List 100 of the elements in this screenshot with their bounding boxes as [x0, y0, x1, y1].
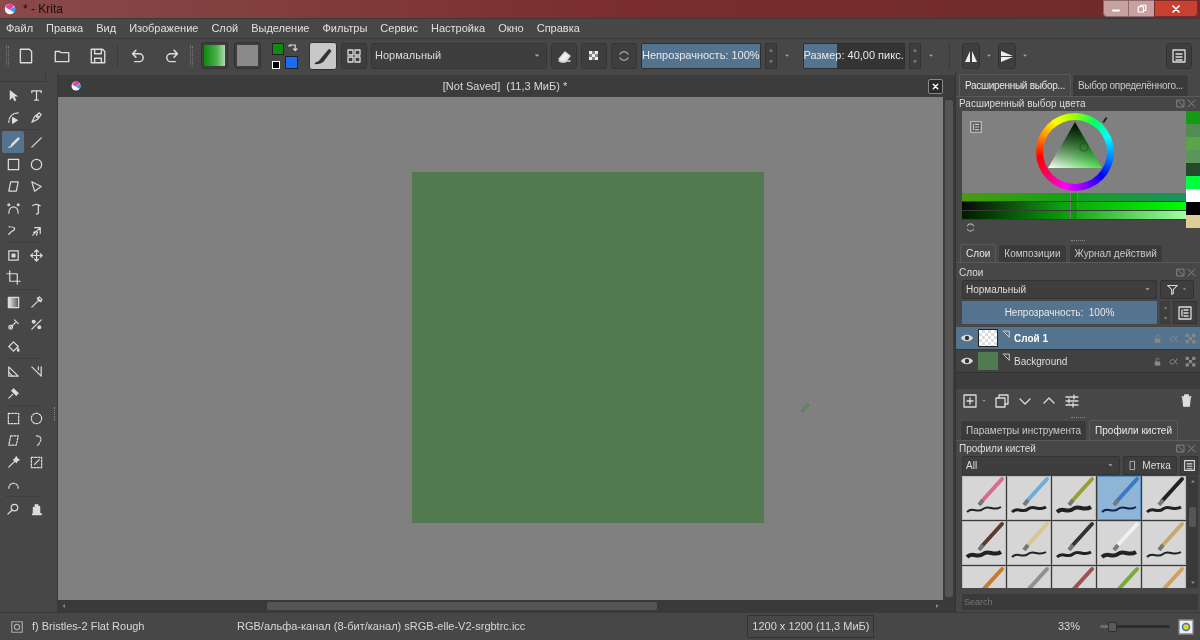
save-icon[interactable] [89, 46, 107, 65]
tab[interactable]: Композиции [998, 244, 1067, 263]
polyline-tool-icon[interactable] [28, 178, 44, 194]
fill-tool-icon[interactable] [5, 338, 21, 354]
trash-icon[interactable] [1179, 393, 1194, 409]
gradient-tool-icon[interactable] [5, 294, 21, 310]
similar-select-tool-icon[interactable] [28, 454, 44, 470]
shape-edit-tool-icon[interactable] [5, 109, 21, 125]
preserve-alpha-button[interactable] [581, 42, 607, 69]
layer-type-icon[interactable] [1001, 352, 1012, 364]
color-wheel[interactable] [962, 110, 1186, 193]
menu-item[interactable]: Сервис [375, 20, 423, 37]
menu-item[interactable]: Слой [206, 20, 244, 37]
move-tool-icon[interactable] [28, 247, 44, 263]
scrollbar-thumb[interactable] [267, 602, 657, 610]
rect-select-tool-icon[interactable] [5, 410, 21, 426]
gradient-button[interactable] [201, 42, 228, 69]
menu-item[interactable]: Выделение [246, 20, 315, 37]
colorize-tool-icon[interactable] [5, 316, 21, 332]
ellipse-tool-icon[interactable] [28, 156, 44, 172]
minimize-button[interactable] [1103, 0, 1129, 17]
filter-button[interactable] [1160, 280, 1194, 300]
swap-icon[interactable] [287, 42, 298, 54]
workspace-button[interactable] [341, 42, 367, 69]
close-button[interactable] [1154, 0, 1198, 17]
menu-item[interactable]: Справка [531, 20, 585, 37]
options-icon[interactable] [969, 119, 983, 134]
picker-tool-icon[interactable] [28, 294, 44, 310]
menu-item[interactable]: Окно [493, 20, 529, 37]
pin-tool-icon[interactable] [5, 385, 21, 401]
blend-mode-dropdown[interactable]: Нормальный [371, 42, 547, 69]
menu-item[interactable]: Фильтры [317, 20, 373, 37]
layer-row[interactable]: Background [956, 350, 1200, 374]
canvas-preview-icon[interactable] [1178, 618, 1194, 635]
color-swatches[interactable] [271, 41, 299, 70]
patch-tool-icon[interactable] [28, 316, 44, 332]
new-document-icon[interactable] [17, 46, 35, 65]
tab[interactable]: Профили кистей [1089, 420, 1178, 440]
hue-marker[interactable] [1102, 116, 1108, 123]
crop-tool-icon[interactable] [5, 269, 21, 285]
calligraphy-tool-icon[interactable] [28, 109, 44, 125]
lock-icon[interactable] [1152, 355, 1163, 367]
layer-name[interactable]: Background [1014, 353, 1152, 369]
preset-icon[interactable] [10, 619, 24, 634]
tag-button[interactable]: Метка [1123, 456, 1178, 475]
tab[interactable]: Параметры инструмента [960, 420, 1088, 440]
filter-icon[interactable] [1165, 283, 1179, 297]
checkerboard-icon[interactable] [1184, 331, 1197, 345]
grid-icon[interactable] [346, 47, 362, 64]
brush-preset[interactable] [1142, 476, 1186, 520]
rotate-icon[interactable] [964, 221, 977, 235]
text-tool-icon[interactable] [28, 87, 44, 103]
tab[interactable]: Журнал действий [1068, 244, 1163, 263]
menu-item[interactable]: Вид [91, 20, 122, 37]
eraser-button[interactable] [551, 42, 577, 69]
transform-tool-icon[interactable] [5, 247, 21, 263]
ellipse-select-tool-icon[interactable] [28, 410, 44, 426]
blend-mode-dropdown[interactable]: Нормальный [962, 280, 1157, 300]
panel-icon[interactable] [1171, 47, 1187, 64]
brush-preset[interactable] [1007, 476, 1051, 520]
menu-item[interactable]: Правка [41, 20, 89, 37]
bezier-tool-icon[interactable] [5, 200, 21, 216]
tab[interactable]: Слои [960, 244, 997, 263]
maximize-button[interactable] [1129, 0, 1154, 17]
zoom-slider[interactable] [1100, 621, 1170, 632]
horizontal-scrollbar[interactable] [58, 600, 955, 612]
menu-item[interactable]: Файл [1, 20, 39, 37]
menu-item[interactable]: Настройка [426, 20, 491, 37]
measure-tool-icon[interactable] [28, 363, 44, 379]
add-layer-icon[interactable] [962, 392, 978, 409]
menu-item[interactable]: Изображение [124, 20, 204, 37]
assistant-tool-icon[interactable] [5, 363, 21, 379]
mirror-horizontal-button[interactable] [961, 42, 980, 69]
rectangle-tool-icon[interactable] [5, 156, 21, 172]
checkerboard-icon[interactable] [1184, 354, 1197, 368]
right-caret-icon[interactable] [933, 602, 941, 610]
layer-type-icon[interactable] [1001, 329, 1012, 341]
slider-field[interactable]: Непрозрачность: 100% [641, 42, 761, 69]
properties-icon[interactable] [1064, 392, 1080, 409]
vertical-scrollbar[interactable] [1187, 476, 1198, 588]
poly-select-tool-icon[interactable] [5, 432, 21, 448]
tab[interactable]: Выбор определённого... [1071, 73, 1190, 96]
layer-row[interactable]: Слой 1 [956, 327, 1200, 351]
zoom-tool-icon[interactable] [5, 501, 21, 517]
pattern-button[interactable] [234, 42, 261, 69]
brush-preset[interactable] [1052, 476, 1096, 520]
color-patch[interactable] [1186, 110, 1200, 124]
left-caret-icon[interactable] [60, 602, 68, 610]
wand-tool-icon[interactable] [5, 454, 21, 470]
color-slider[interactable] [962, 192, 1186, 202]
tag-dropdown[interactable]: All [962, 456, 1121, 475]
opacity-slider[interactable]: Непрозрачность: 100% [962, 301, 1157, 325]
tab[interactable]: Расширенный выбор... [959, 73, 1071, 96]
line-tool-icon[interactable] [28, 134, 44, 150]
layer-name[interactable]: Слой 1 [1014, 330, 1152, 346]
color-slider[interactable] [962, 201, 1186, 211]
duplicate-icon[interactable] [994, 392, 1010, 409]
brush-preset[interactable] [1097, 476, 1141, 520]
color-slider[interactable] [962, 210, 1186, 220]
docker-menu-button[interactable] [1166, 42, 1192, 69]
